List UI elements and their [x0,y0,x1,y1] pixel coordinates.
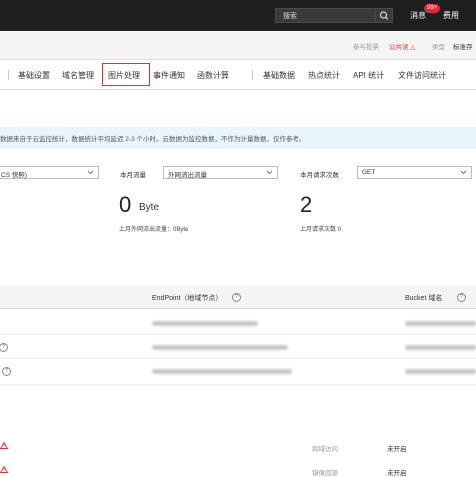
traffic-last-month: 上月外网流出流量：0Byte [119,227,189,233]
storage-select[interactable]: CS 快照) [0,166,99,179]
bucket-domain-blurred [405,321,476,326]
tab-function-compute[interactable]: 函数计算 [197,70,229,81]
acl-public-read[interactable]: 公共读 △ [389,41,415,51]
requests-select[interactable]: GET [357,166,472,179]
traffic-unit: Byte [139,202,160,213]
help-icon[interactable]: ? [457,293,466,302]
info-banner: 数据来自于云监控统计，数据统计平均延迟 2-3 个小时。云数据为监控数据，不作为… [0,127,476,149]
warning-icon [0,441,9,451]
info-banner-text: 数据来自于云监控统计，数据统计平均延迟 2-3 个小时。云数据为监控数据，不作为… [0,136,306,143]
traffic-select-value: 外网流出流量 [168,172,207,179]
type-value: 标准存 [453,44,473,51]
tab-basic-data[interactable]: 基础数据 [263,70,295,81]
chevron-down-icon [460,169,467,178]
top-navbar [0,0,476,31]
help-icon[interactable]: ? [232,293,241,302]
endpoint-value-blurred [152,345,288,350]
traffic-label: 本月流量 [120,172,146,179]
help-icon[interactable]: ? [0,343,8,352]
search-placeholder: 搜索 [283,13,297,20]
help-icon[interactable]: ? [2,367,11,376]
fee-link[interactable]: 费用 [443,10,459,21]
endpoint-value-blurred [152,321,258,326]
endpoint-value-blurred [152,369,292,374]
chevron-down-icon [266,169,273,178]
requests-value: 2 [300,192,313,217]
table-row-divider [0,334,476,335]
requests-select-value: GET [362,169,376,176]
vote-link[interactable]: 参与投票 [353,41,379,51]
tab-basic-settings[interactable]: 基础设置 [18,70,50,81]
warning-icon [0,465,9,475]
tab-api-stats[interactable]: API 统计 [353,70,384,81]
bucket-domain-blurred [405,345,476,350]
bucket-domain-blurred [405,369,476,374]
table-row-divider [0,358,476,359]
storage-select-value: CS 快照) [1,172,27,179]
column-bucket-domain: Bucket 域名 [405,295,443,302]
tab-image-processing[interactable]: 图片处理 [108,70,140,81]
mirror-back-status: 未开启 [387,470,407,477]
requests-last-month: 上月请求次数 0 [300,227,342,233]
search-icon[interactable] [375,9,392,22]
traffic-value: 0 [119,192,132,217]
type-label: 类型 [432,44,445,51]
messages-link[interactable]: 消息 [410,10,426,21]
search-input[interactable]: 搜索 [275,8,393,23]
tab-separator [8,70,9,80]
chevron-down-icon [87,169,94,178]
traffic-select[interactable]: 外网流出流量 [163,166,278,179]
tab-separator [252,70,253,80]
tab-domain-management[interactable]: 域名管理 [62,70,94,81]
mirror-back-label: 镜像回源 [312,470,338,477]
requests-label: 本月请求次数 [300,172,339,179]
tab-hotspot-stats[interactable]: 热点统计 [308,70,340,81]
messages-badge: 99+ [424,4,441,13]
table-row-divider [0,384,476,385]
tab-file-access-stats[interactable]: 文件访问统计 [398,70,446,81]
cors-label: 跨域访问 [312,446,338,453]
cors-status: 未开启 [387,446,407,453]
tab-event-notification[interactable]: 事件通知 [153,70,185,81]
column-endpoint: EndPoint（地域节点） [152,295,223,302]
